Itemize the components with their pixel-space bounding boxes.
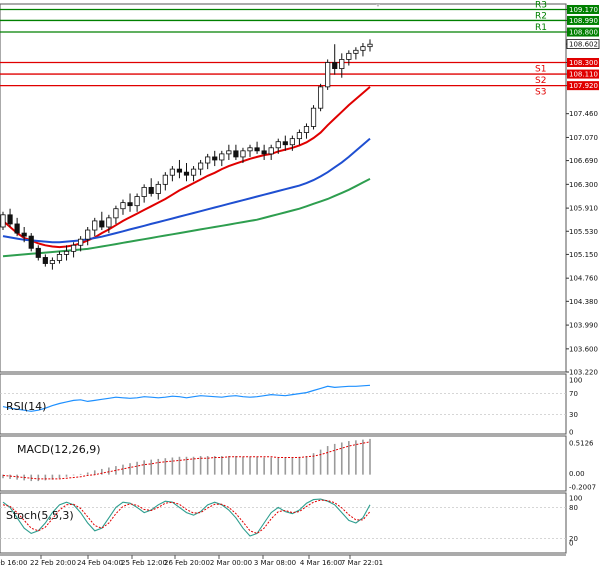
rsi-tick-label: 0 <box>569 429 573 437</box>
price-tick-label: 104.760 <box>569 275 598 283</box>
level-tag-label: 108.110 <box>569 71 598 79</box>
trading-chart[interactable]: R3R2 R1 S1 S2 S3 107.460 107.070 106.690 106.30… <box>0 0 600 571</box>
time-tick-label: 7 Mar 22:01 <box>341 559 383 567</box>
time-tick-label: 4 Mar 16:00 <box>300 559 342 567</box>
candle <box>0 211 6 231</box>
rsi-tick-label: 70 <box>569 390 578 398</box>
level-label-r2: R2 <box>535 11 547 21</box>
macd-label: MACD(12,26,9) <box>17 443 101 456</box>
price-tick-label: 104.380 <box>569 298 598 306</box>
stoch-label: Stoch(5,5,3) <box>6 509 74 522</box>
level-label-s1: S1 <box>535 64 546 74</box>
stoch-tick-label: 0 <box>569 540 573 548</box>
time-tick-label: 24 Feb 04:00 <box>77 559 123 567</box>
level-tag-label: 108.800 <box>569 29 598 37</box>
price-tick-label: 105.910 <box>569 205 598 213</box>
rsi-tick-label: 30 <box>569 411 578 419</box>
time-tick-label: 3 Mar 08:00 <box>254 559 296 567</box>
price-tick-label: 107.460 <box>569 110 598 118</box>
current-price-label: 108.602 <box>569 41 598 49</box>
level-tag-label: 109.170 <box>569 6 598 14</box>
stoch-tick-label: 80 <box>569 504 578 512</box>
candle <box>317 83 324 112</box>
macd-tick-label: 0.5126 <box>569 440 594 448</box>
level-tag-label: 107.920 <box>569 82 598 90</box>
level-label-r3: R3 <box>535 0 547 10</box>
level-tag-label: 108.300 <box>569 59 598 67</box>
price-tick-label: 103.220 <box>569 369 598 377</box>
price-tick-label: 106.300 <box>569 181 598 189</box>
macd-tick-label: -0.2007 <box>569 484 596 492</box>
level-price-tags: 109.170 108.990 108.800 108.300 108.110 107.9… <box>566 4 600 91</box>
time-tick-label: 25 Feb 12:00 <box>121 559 167 567</box>
candle <box>310 105 317 130</box>
macd-tick-label: 0.00 <box>569 470 585 478</box>
time-tick-label: 26 Feb 20:00 <box>164 559 210 567</box>
price-tick-label: 105.150 <box>569 251 598 259</box>
level-label-s3: S3 <box>535 88 546 98</box>
rsi-label: RSI(14) <box>6 400 46 413</box>
stoch-tick-label: 100 <box>569 495 582 503</box>
level-label-r1: R1 <box>535 23 547 33</box>
price-tick-label: 105.530 <box>569 228 598 236</box>
time-tick-label: 22 Feb 20:00 <box>30 559 76 567</box>
time-tick-label: 2 Mar 00:00 <box>210 559 252 567</box>
price-tick-label: 106.690 <box>569 157 598 165</box>
level-label-s2: S2 <box>535 76 546 86</box>
price-tick-label: 103.600 <box>569 345 598 353</box>
time-tick-label: Feb 16:00 <box>0 559 27 567</box>
candle <box>325 59 331 90</box>
level-tag-label: 108.990 <box>569 17 598 25</box>
rsi-tick-label: 100 <box>569 377 582 385</box>
price-tick-label: 107.070 <box>569 134 598 142</box>
price-tick-label: 103.990 <box>569 322 598 330</box>
candle <box>28 233 34 252</box>
